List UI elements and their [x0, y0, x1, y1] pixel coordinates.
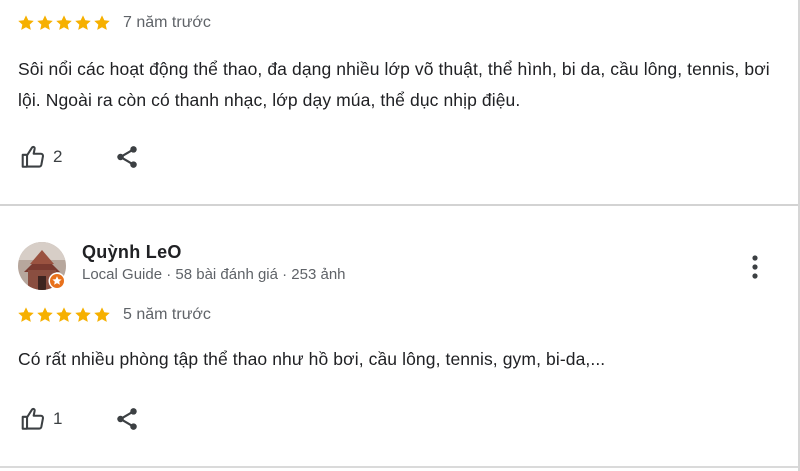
star-icon [56, 15, 72, 30]
review-text: Có rất nhiều phòng tập thể thao như hồ b… [18, 349, 606, 369]
more-options-button[interactable] [748, 252, 762, 282]
review-card: 7 năm trước Sôi nổi các hoạt động thể th… [0, 0, 798, 204]
thumbs-up-icon [21, 145, 45, 168]
star-icon [18, 307, 34, 322]
reviewer-meta: Local Guide · 58 bài đánh giá · 253 ảnh [82, 266, 346, 283]
star-icon [56, 307, 72, 322]
review-text: Sôi nổi các hoạt động thể thao, đa dạng … [18, 59, 770, 110]
rating-row: 5 năm trước [17, 306, 211, 324]
share-icon [117, 146, 138, 168]
star-rating [17, 14, 111, 32]
review-card: Quỳnh LeO Local Guide · 58 bài đánh giá … [0, 206, 798, 466]
star-rating [17, 306, 111, 324]
reviewer-name[interactable]: Quỳnh LeO [82, 242, 182, 263]
like-button[interactable]: 2 [20, 144, 62, 170]
review-actions: 2 [20, 144, 140, 170]
more-vertical-icon [752, 255, 758, 279]
share-button[interactable] [114, 144, 140, 170]
like-button[interactable]: 1 [20, 406, 62, 432]
review-date: 7 năm trước [123, 14, 211, 31]
star-icon [94, 15, 110, 30]
share-button[interactable] [114, 406, 140, 432]
reviewer-avatar[interactable] [18, 242, 66, 290]
share-icon [117, 408, 138, 430]
rating-row: 7 năm trước [17, 14, 211, 32]
star-icon [37, 307, 53, 322]
review-divider [0, 466, 798, 468]
star-icon [75, 15, 91, 30]
like-count: 1 [53, 409, 63, 428]
star-icon [75, 307, 91, 322]
thumbs-up-icon [21, 407, 45, 430]
star-icon [94, 307, 110, 322]
local-guide-badge-icon [48, 272, 66, 290]
like-count: 2 [53, 147, 63, 166]
review-actions: 1 [20, 406, 140, 432]
star-icon [18, 15, 34, 30]
star-icon [37, 15, 53, 30]
review-date: 5 năm trước [123, 306, 211, 323]
